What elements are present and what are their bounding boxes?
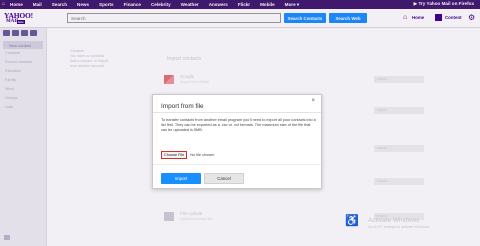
watermark-title: Activate Windows [368, 217, 420, 224]
dialog-divider [153, 112, 321, 113]
file-picker: Choose File No file chosen [161, 151, 214, 159]
import-button[interactable]: Import [161, 173, 201, 184]
accessibility-icon: ♿ [345, 215, 359, 227]
cancel-button[interactable]: Cancel [204, 173, 244, 184]
close-icon[interactable]: × [311, 98, 315, 104]
import-from-file-dialog: Import from file × To transfer contacts … [152, 94, 322, 189]
file-status: No file chosen [190, 153, 215, 157]
dialog-description: To transfer contacts from another email … [161, 118, 316, 133]
dialog-title: Import from file [161, 103, 204, 110]
dialog-divider [153, 164, 321, 165]
watermark-subtitle: Go to PC settings to activate Windows. [368, 225, 431, 229]
choose-file-button[interactable]: Choose File [161, 151, 188, 159]
